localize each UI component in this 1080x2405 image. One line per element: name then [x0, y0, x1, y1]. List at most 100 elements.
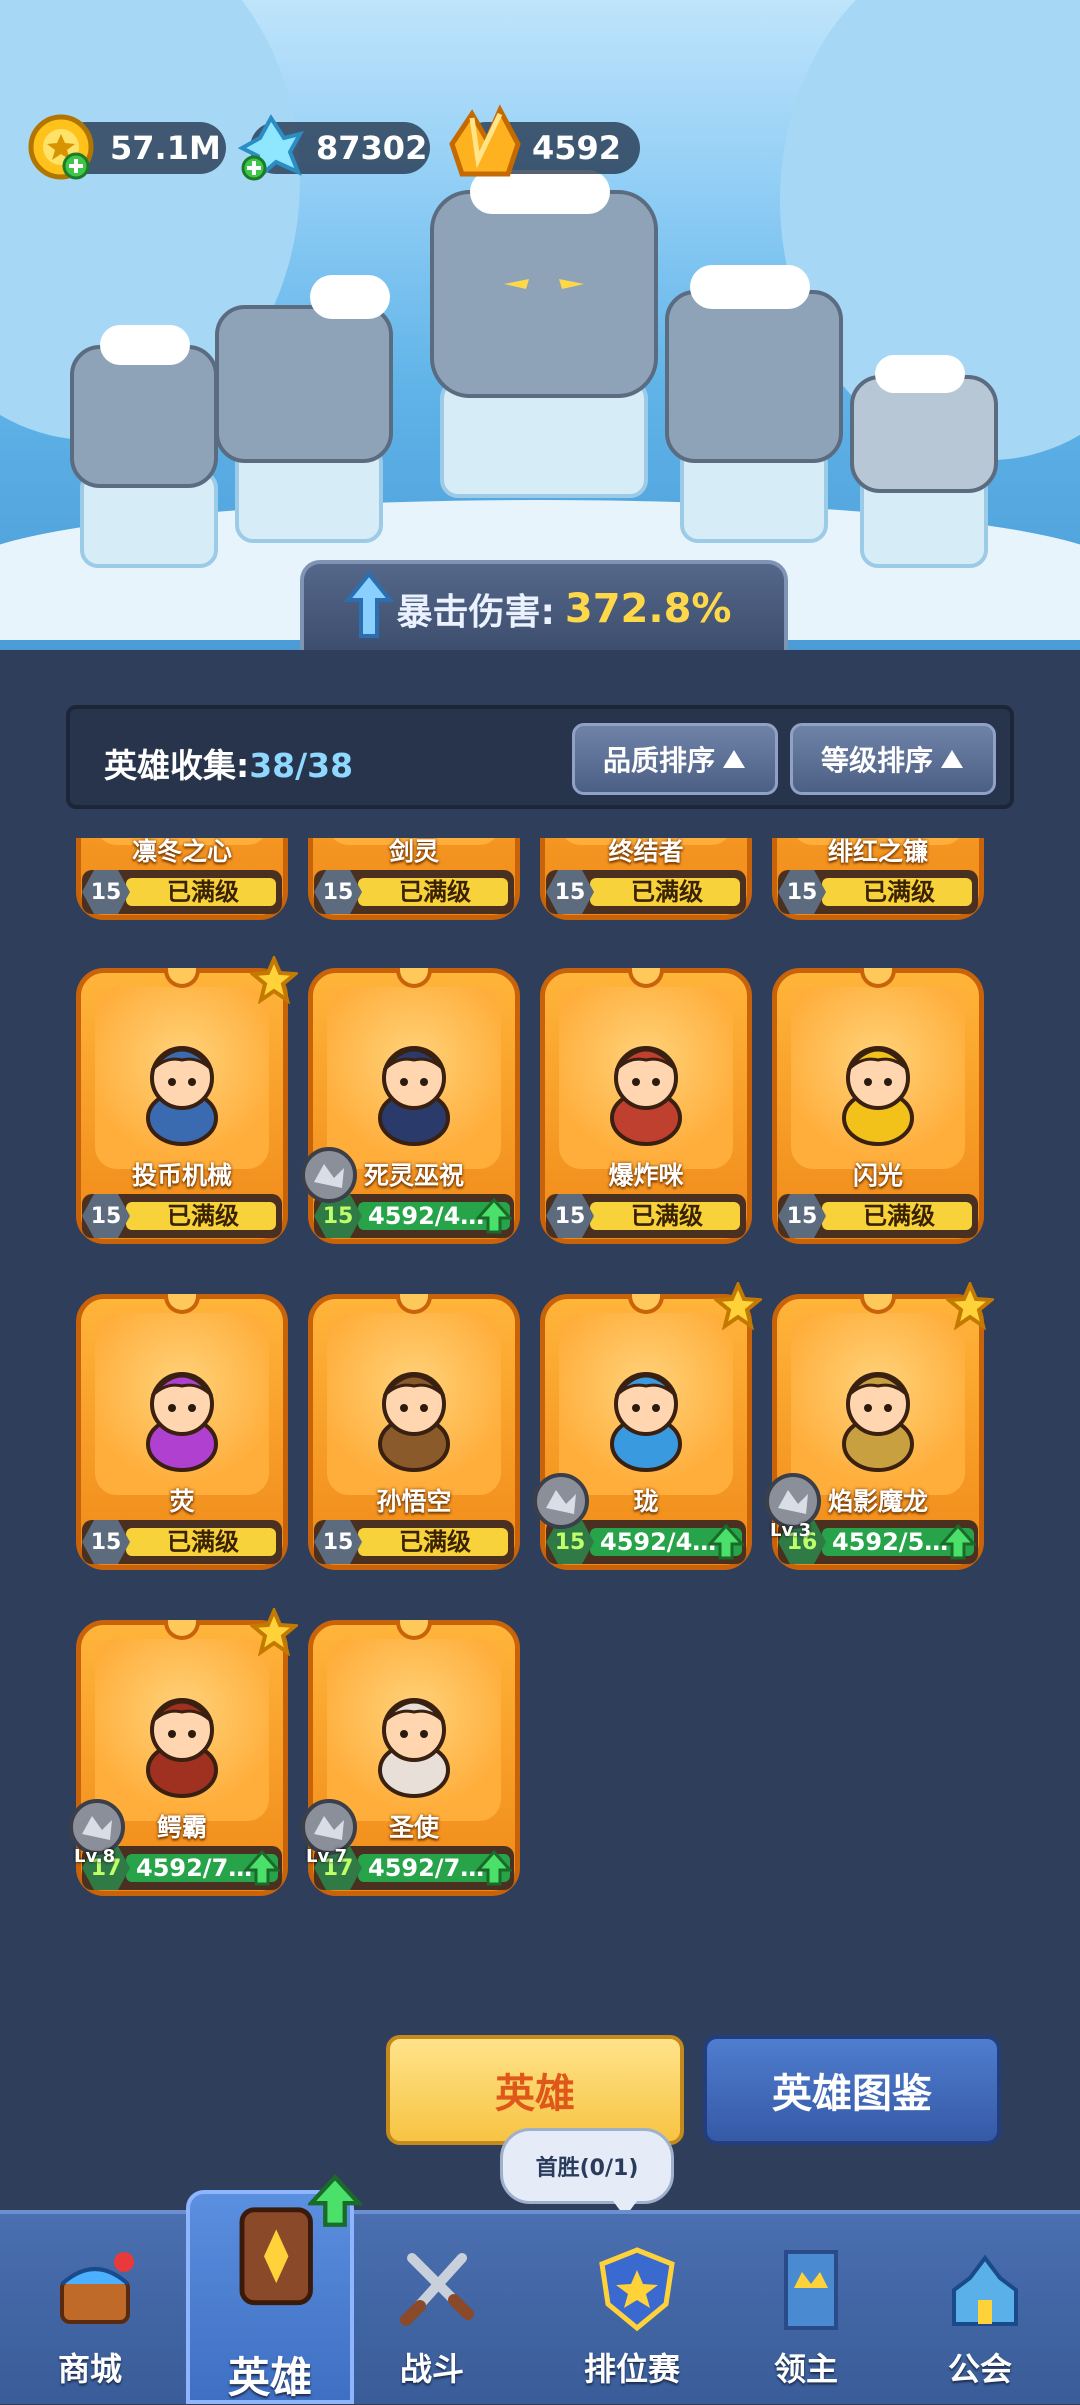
upgrade-arrow-icon[interactable] — [708, 1524, 744, 1560]
hero-card[interactable]: 死灵巫祝 15 4592/4… — [301, 968, 520, 1268]
collection-title: 英雄收集:38/38 — [104, 739, 353, 787]
crossed-swords-icon — [400, 2253, 474, 2326]
hero-card[interactable]: 凛冬之心 15 已满级 — [76, 838, 288, 944]
hero-card[interactable]: 终结者 15 已满级 — [540, 838, 752, 944]
crit-damage-banner: 暴击伤害: 372.8% — [300, 560, 788, 654]
shop-chest-icon — [60, 2252, 134, 2324]
gold-amount: 57.1M — [110, 129, 221, 167]
gem-icon — [449, 104, 521, 177]
hero-portrait-icon — [378, 1698, 450, 1798]
statue-warrior — [70, 345, 218, 488]
hero-level-bar: 15 已满级 — [314, 1520, 514, 1564]
nav-label: 公会 — [947, 2350, 1012, 2388]
hero-card[interactable]: 焰影魔龙 16 4592/5… Lv.3 — [765, 1282, 994, 1594]
hero-card[interactable]: 闪光 15 已满级 — [772, 968, 984, 1268]
bottom-nav: 商城 英雄 战斗 排位赛 领主 公会 — [0, 2174, 1080, 2404]
hero-name: 荧 — [169, 1487, 195, 1516]
collection-bar: 英雄收集:38/38 品质排序 等级排序 — [66, 705, 1014, 809]
hero-level-badge: 15 — [82, 870, 130, 914]
hero-name: 绯红之镰 — [827, 838, 928, 866]
hero-level-bar: 15 已满级 — [82, 1194, 282, 1238]
nav-label: 商城 — [57, 2350, 122, 2388]
companion-level: Lv.3 — [770, 1520, 812, 1541]
hero-card[interactable]: 爆炸咪 15 已满级 — [540, 968, 752, 1268]
companion-level: Lv.8 — [74, 1846, 116, 1867]
upgrade-arrow-icon[interactable] — [476, 1850, 512, 1886]
nav-ranked[interactable]: 排位赛 — [552, 2214, 712, 2404]
hero-name: 爆炸咪 — [608, 1161, 684, 1190]
gold-coin-icon — [28, 114, 94, 180]
hero-card[interactable]: 绯红之镰 15 已满级 — [772, 838, 984, 944]
nav-guild[interactable]: 公会 — [900, 2214, 1060, 2404]
hero-portrait-icon — [610, 1372, 682, 1472]
nav-lord[interactable]: 领主 — [726, 2214, 886, 2404]
crit-label: 暴击伤害: — [396, 592, 555, 633]
hero-portrait-icon — [146, 1698, 218, 1798]
hero-name: 孙悟空 — [376, 1487, 452, 1516]
hero-level-status: 已满级 — [399, 878, 471, 906]
star-icon — [946, 1282, 994, 1330]
hero-level-status: 已满级 — [631, 1202, 703, 1230]
nav-label: 战斗 — [399, 2350, 464, 2388]
hero-card[interactable]: 圣使 17 4592/7… Lv.7 — [301, 1620, 520, 1920]
companion-level: Lv.7 — [306, 1846, 348, 1867]
hero-level-status: 已满级 — [399, 1528, 471, 1556]
hero-level-status: 已满级 — [631, 878, 703, 906]
upgrade-arrow-icon[interactable] — [476, 1198, 512, 1234]
hero-portrait-icon — [378, 1046, 450, 1146]
hero-level-bar: 15 已满级 — [778, 1194, 978, 1238]
hero-level-bar: 15 已满级 — [82, 870, 282, 914]
hero-grid: 凛冬之心 15 已满级 剑灵 15 已满级 终结者 15 已满级 绯红之镰 15… — [66, 838, 1014, 2058]
upgrade-arrow-icon[interactable] — [940, 1524, 976, 1560]
nav-label: 英雄 — [227, 2353, 312, 2402]
hero-name: 凛冬之心 — [131, 838, 232, 866]
nav-label: 领主 — [773, 2350, 838, 2388]
first-win-tooltip: 首胜(0/1) — [500, 2128, 674, 2217]
hero-portrait-icon — [146, 1372, 218, 1472]
hero-level-status: 已满级 — [167, 878, 239, 906]
hero-card[interactable]: 荧 15 已满级 — [76, 1294, 288, 1594]
level-sort-button[interactable]: 等级排序 — [790, 723, 996, 795]
companion-badge-icon — [533, 1473, 589, 1529]
statue-griffin — [215, 305, 393, 463]
statue-hall-scene — [0, 0, 1080, 650]
upgrade-arrow-icon[interactable] — [244, 1850, 280, 1886]
quality-sort-button[interactable]: 品质排序 — [572, 723, 778, 795]
hero-card[interactable]: 投币机械 15 已满级 — [76, 956, 298, 1268]
snowcap — [310, 275, 390, 319]
guild-castle-icon — [952, 2254, 1018, 2326]
snowcap — [100, 325, 190, 365]
hero-level-bar: 15 已满级 — [82, 1520, 282, 1564]
up-arrow-icon — [344, 570, 394, 638]
hero-level-bar: 15 已满级 — [546, 870, 746, 914]
nav-battle[interactable]: 战斗 — [352, 2214, 512, 2404]
hero-level-bar: 15 已满级 — [546, 1194, 746, 1238]
hero-card[interactable]: 鳄霸 17 4592/7… Lv.8 — [69, 1608, 298, 1920]
nav-hero[interactable]: 英雄 — [186, 2174, 362, 2404]
hero-card[interactable]: 孙悟空 15 已满级 — [308, 1294, 520, 1594]
hero-level-status: 已满级 — [167, 1202, 239, 1230]
dragon-eyes-icon — [504, 279, 584, 289]
statue-dragon — [430, 190, 658, 398]
hero-name: 终结者 — [608, 838, 684, 866]
hero-level-badge: 15 — [778, 870, 826, 914]
hero-name: 剑灵 — [388, 838, 439, 866]
ranked-shield-icon — [599, 2247, 675, 2332]
hero-level-bar: 15 已满级 — [778, 870, 978, 914]
hero-level-badge: 15 — [314, 870, 362, 914]
star-icon — [250, 956, 298, 1004]
hero-card[interactable]: 珑 15 4592/4… — [533, 1282, 762, 1594]
crystal-icon — [237, 114, 304, 181]
statue-mage — [665, 290, 843, 463]
hero-level-status: 已满级 — [863, 1202, 935, 1230]
nav-shop[interactable]: 商城 — [10, 2214, 170, 2404]
hero-portrait-icon — [610, 1046, 682, 1146]
hero-name: 投币机械 — [131, 1161, 232, 1190]
triangle-up-icon — [723, 750, 745, 768]
hero-name: 闪光 — [852, 1161, 903, 1190]
hero-atlas-button[interactable]: 英雄图鉴 — [703, 2035, 1001, 2145]
hero-card[interactable]: 剑灵 15 已满级 — [308, 838, 520, 944]
hero-level-badge: 15 — [82, 1520, 130, 1564]
hero-level-badge: 15 — [314, 1520, 362, 1564]
crit-value: 372.8% — [564, 586, 732, 632]
